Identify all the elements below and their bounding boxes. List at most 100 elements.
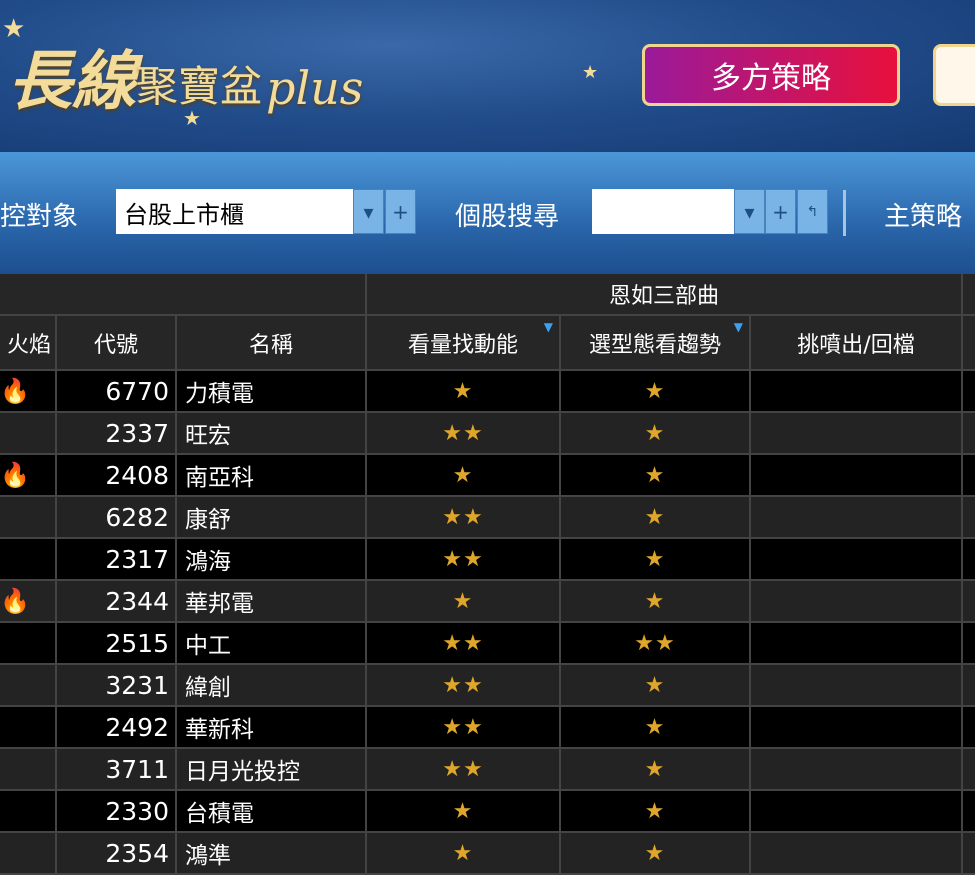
fire-icon: 🔥: [0, 461, 30, 489]
main-strategy-label[interactable]: 主策略: [884, 196, 962, 233]
pattern-stars: ★: [561, 413, 751, 455]
volume-stars: ★★: [367, 665, 561, 707]
column-header-volume[interactable]: 看量找動能 ▼: [367, 316, 561, 371]
pattern-stars: ★: [561, 791, 751, 833]
stock-code: 6282: [57, 497, 177, 539]
pattern-stars: ★: [561, 497, 751, 539]
volume-stars: ★: [367, 371, 561, 413]
fire-cell: 🔥: [0, 455, 57, 497]
pick-cell: [751, 455, 963, 497]
extra-cell: [963, 623, 975, 665]
fire-icon: 🔥: [0, 587, 30, 615]
table-row[interactable]: 2515 中工 ★★ ★★: [0, 623, 975, 665]
volume-stars: ★★: [367, 497, 561, 539]
table-row[interactable]: 🔥 2344 華邦電 ★ ★: [0, 581, 975, 623]
extra-cell: [963, 539, 975, 581]
pick-cell: [751, 707, 963, 749]
fire-cell: [0, 623, 57, 665]
pattern-stars: ★: [561, 707, 751, 749]
pattern-stars: ★: [561, 371, 751, 413]
volume-stars: ★: [367, 581, 561, 623]
monitor-select[interactable]: 台股上市櫃: [116, 189, 353, 234]
table-row[interactable]: 2492 華新科 ★★ ★: [0, 707, 975, 749]
volume-stars: ★★: [367, 413, 561, 455]
dropdown-arrow-icon[interactable]: ▾: [353, 189, 384, 234]
filter-icon[interactable]: ▼: [544, 320, 553, 334]
filter-icon[interactable]: ▼: [734, 320, 743, 334]
header-blank: [0, 274, 367, 316]
header-blank: [963, 316, 975, 371]
fire-cell: 🔥: [0, 581, 57, 623]
monitor-label: 監控對象: [0, 202, 79, 232]
extra-cell: [963, 497, 975, 539]
table-row[interactable]: 6282 康舒 ★★ ★: [0, 497, 975, 539]
extra-cell: [963, 371, 975, 413]
logo-text: 長線: [8, 44, 136, 119]
group-header: 恩如三部曲: [367, 274, 963, 316]
banner: ★ 長線 聚寶盆 plus ★ ★ 多方策略: [0, 0, 975, 152]
table-row[interactable]: 2337 旺宏 ★★ ★: [0, 413, 975, 455]
stock-code: 2515: [57, 623, 177, 665]
column-header-code[interactable]: 代號: [57, 316, 177, 371]
stock-search-input[interactable]: [592, 189, 734, 234]
extra-cell: [963, 413, 975, 455]
column-header-name[interactable]: 名稱: [177, 316, 367, 371]
divider: [843, 190, 846, 236]
pattern-stars: ★: [561, 749, 751, 791]
pattern-stars: ★: [561, 665, 751, 707]
table-row[interactable]: 3231 緯創 ★★ ★: [0, 665, 975, 707]
pattern-stars: ★: [561, 455, 751, 497]
table-row[interactable]: 2330 台積電 ★ ★: [0, 791, 975, 833]
table-row[interactable]: 2317 鴻海 ★★ ★: [0, 539, 975, 581]
table-row[interactable]: 🔥 6770 力積電 ★ ★: [0, 371, 975, 413]
fire-cell: 🔥: [0, 371, 57, 413]
pick-cell: [751, 371, 963, 413]
fire-cell: [0, 539, 57, 581]
stock-name: 緯創: [177, 665, 367, 707]
volume-stars: ★★: [367, 539, 561, 581]
header-label: 看量找動能: [407, 332, 518, 358]
undo-icon[interactable]: ↰: [797, 189, 828, 234]
star-icon: ★: [183, 106, 201, 130]
column-header-fire[interactable]: 火焰: [0, 316, 57, 371]
column-header-pick[interactable]: 挑噴出/回檔: [751, 316, 963, 371]
fire-cell: [0, 749, 57, 791]
fire-cell: [0, 413, 57, 455]
stock-name: 華邦電: [177, 581, 367, 623]
extra-cell: [963, 581, 975, 623]
volume-stars: ★★: [367, 623, 561, 665]
column-header-pattern[interactable]: 選型態看趨勢 ▼: [561, 316, 751, 371]
stock-code: 2337: [57, 413, 177, 455]
header-blank: [963, 274, 975, 316]
fire-cell: [0, 791, 57, 833]
stock-code: 3231: [57, 665, 177, 707]
table-row[interactable]: 🔥 2408 南亞科 ★ ★: [0, 455, 975, 497]
extra-cell: [963, 455, 975, 497]
pick-cell: [751, 749, 963, 791]
stock-name: 旺宏: [177, 413, 367, 455]
stock-name: 台積電: [177, 791, 367, 833]
stock-code: 3711: [57, 749, 177, 791]
volume-stars: ★: [367, 791, 561, 833]
volume-stars: ★: [367, 455, 561, 497]
extra-cell: [963, 749, 975, 791]
add-icon[interactable]: +: [765, 189, 796, 234]
stock-table: 恩如三部曲 火焰 代號 名稱 看量找動能 ▼ 選型態看趨勢 ▼ 挑噴出/回檔 🔥 67…: [0, 274, 975, 875]
star-icon: ★: [582, 62, 599, 83]
pattern-stars: ★: [561, 581, 751, 623]
pick-cell: [751, 539, 963, 581]
table-row[interactable]: 3711 日月光投控 ★★ ★: [0, 749, 975, 791]
stock-name: 華新科: [177, 707, 367, 749]
pick-cell: [751, 497, 963, 539]
logo-plus: plus: [266, 61, 364, 115]
strategy-button-2[interactable]: [933, 44, 975, 106]
stock-name: 日月光投控: [177, 749, 367, 791]
add-icon[interactable]: +: [385, 189, 416, 234]
stock-name: 南亞科: [177, 455, 367, 497]
fire-cell: [0, 707, 57, 749]
multi-strategy-button[interactable]: 多方策略: [642, 44, 900, 106]
header-label: 選型態看趨勢: [588, 332, 721, 358]
stock-name: 康舒: [177, 497, 367, 539]
dropdown-arrow-icon[interactable]: ▾: [734, 189, 765, 234]
header-row: 火焰 代號 名稱 看量找動能 ▼ 選型態看趨勢 ▼ 挑噴出/回檔: [0, 316, 975, 371]
